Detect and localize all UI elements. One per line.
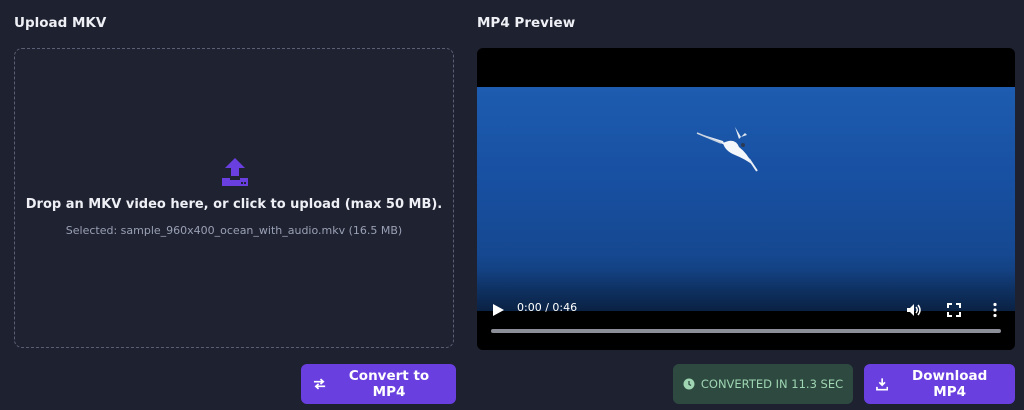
selected-file-info: Selected: sample_960x400_ocean_with_audi…	[65, 224, 403, 237]
convert-button[interactable]: Convert to MP4	[301, 364, 456, 404]
play-icon[interactable]	[491, 303, 505, 317]
volume-icon[interactable]	[906, 303, 922, 317]
upload-panel-title: Upload MKV	[14, 15, 107, 31]
swap-arrows-icon	[313, 378, 326, 390]
playback-progress-bar[interactable]	[491, 329, 1001, 333]
more-options-icon[interactable]	[989, 302, 1001, 318]
upload-dropzone[interactable]: Drop an MKV video here, or click to uplo…	[14, 48, 454, 348]
upload-icon	[222, 158, 248, 186]
playback-time: 0:00 / 0:46	[517, 301, 578, 314]
bird-image	[696, 127, 758, 172]
status-label: CONVERTED IN 11.3 SEC	[700, 377, 844, 391]
fullscreen-icon[interactable]	[947, 303, 961, 317]
download-icon	[876, 378, 889, 391]
convert-button-label: Convert to MP4	[348, 368, 430, 400]
preview-panel-title: MP4 Preview	[477, 15, 576, 31]
clock-icon	[683, 378, 695, 390]
download-button-label: Download MP4	[912, 368, 988, 400]
upload-prompt: Drop an MKV video here, or click to uplo…	[25, 197, 443, 212]
download-button[interactable]: Download MP4	[864, 364, 1015, 404]
mp4-video-player[interactable]: 0:00 / 0:46	[477, 48, 1015, 350]
conversion-status-badge: CONVERTED IN 11.3 SEC	[673, 364, 853, 404]
